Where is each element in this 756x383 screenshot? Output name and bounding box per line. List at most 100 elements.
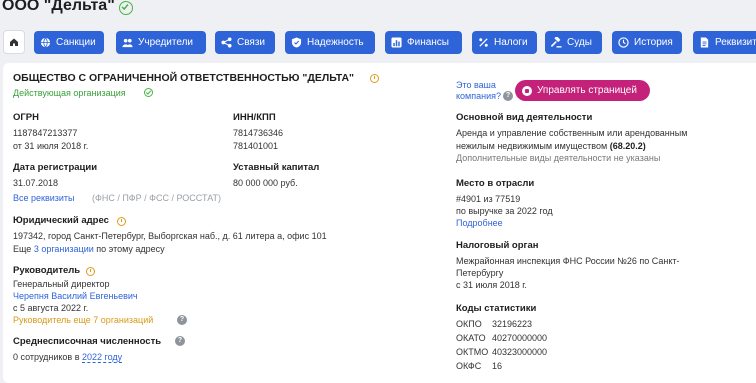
info-icon[interactable] bbox=[370, 74, 379, 83]
tab-label: Связи bbox=[237, 37, 266, 48]
info-icon[interactable] bbox=[117, 217, 126, 226]
verified-check-icon bbox=[119, 1, 133, 15]
rank-value: #4901 из 77519 bbox=[456, 194, 521, 204]
activity-additional: Дополнительные виды деятельности не указ… bbox=[456, 153, 661, 163]
ogrn-value: 1187847213377 bbox=[13, 128, 78, 138]
info-icon[interactable] bbox=[86, 267, 95, 276]
help-icon[interactable]: ? bbox=[177, 315, 187, 325]
address-label: Юридический адрес bbox=[13, 215, 109, 226]
same-address-row: Еще 3 организации по этому адресу bbox=[13, 244, 165, 255]
director-since: с 5 августа 2022 г. bbox=[13, 303, 89, 313]
tab-label: Реквизиты bbox=[715, 37, 756, 48]
help-icon[interactable]: ? bbox=[175, 336, 185, 346]
rank-label: Место в отрасли bbox=[456, 178, 535, 189]
help-icon[interactable]: ? bbox=[503, 91, 513, 101]
tax-authority-line1: Межрайонная инспекция ФНС России №26 по … bbox=[456, 256, 680, 266]
capital-label: Уставный капитал bbox=[233, 162, 320, 173]
tab-connections[interactable]: Связи bbox=[215, 31, 275, 54]
tab-history[interactable]: История bbox=[612, 31, 682, 54]
activity-line2-row: нежилым недвижимым имуществом (68.20.2) bbox=[456, 141, 646, 152]
clock-icon bbox=[618, 37, 629, 48]
director-name-link[interactable]: Черепня Василий Евгеньевич bbox=[13, 291, 138, 302]
tab-sanctions[interactable]: Санкции bbox=[34, 31, 104, 54]
stat-code-value: 16 bbox=[492, 361, 503, 371]
manage-page-button[interactable]: Управлять страницей bbox=[515, 80, 650, 101]
director-label: Руководитель bbox=[13, 265, 81, 276]
chart-icon bbox=[391, 37, 402, 48]
same-address-suffix: по этому адресу bbox=[96, 244, 165, 254]
gavel-icon bbox=[551, 37, 562, 48]
document-icon bbox=[700, 37, 709, 48]
inn-label: ИНН/КПП bbox=[233, 112, 276, 123]
rank-basis: по выручке за 2022 год bbox=[456, 206, 553, 216]
stat-code-value: 40323000000 bbox=[492, 347, 548, 357]
rank-more-link[interactable]: Подробнее bbox=[456, 218, 503, 229]
people-icon bbox=[122, 38, 133, 48]
owner-prompt-line2[interactable]: компания? bbox=[456, 91, 501, 102]
activity-code: (68.20.2) bbox=[609, 141, 646, 151]
page-header: ООО "Дельта" bbox=[0, 0, 756, 24]
all-requisites-link[interactable]: Все реквизиты bbox=[13, 193, 75, 204]
percent-icon bbox=[479, 38, 488, 47]
tax-authority-label: Налоговый орган bbox=[456, 240, 539, 251]
requisites-sources[interactable]: (ФНС / ПФР / ФСС / РОССТАТ) bbox=[92, 193, 221, 204]
stat-code-value: 32196223 bbox=[492, 319, 533, 329]
employees-label: Среднесписочная численность bbox=[13, 336, 162, 347]
stat-code-name: ОКПО bbox=[456, 319, 482, 329]
tab-label: Суды bbox=[567, 37, 592, 48]
same-address-link[interactable]: 3 организации bbox=[34, 244, 94, 254]
capital-value: 80 000 000 руб. bbox=[233, 178, 298, 188]
status-text: Действующая организация bbox=[13, 88, 126, 98]
stat-code-name: ОКФС bbox=[456, 361, 482, 371]
ogrn-label: ОГРН bbox=[13, 112, 39, 123]
tab-label: Учредители bbox=[138, 37, 194, 48]
activity-line1: Аренда и управление собственным или арен… bbox=[456, 128, 688, 138]
company-card bbox=[3, 63, 756, 383]
page-title: ООО "Дельта" bbox=[2, 0, 115, 14]
manage-page-label: Управлять страницей bbox=[537, 85, 637, 96]
globe-icon bbox=[40, 37, 51, 48]
status-check-icon bbox=[144, 88, 153, 97]
director-other-companies-link[interactable]: Руководитель еще 7 организаций bbox=[13, 315, 153, 326]
stat-code-name: ОКТМО bbox=[456, 347, 489, 357]
stat-code-row: ОКПО 32196223 bbox=[456, 319, 532, 330]
registration-value: 31.07.2018 bbox=[13, 178, 59, 188]
inn-value: 7814736346 bbox=[233, 128, 284, 138]
tab-finances[interactable]: Финансы bbox=[385, 31, 462, 54]
stat-code-value: 40270000000 bbox=[492, 333, 548, 343]
stat-code-row: ОКТМО 40323000000 bbox=[456, 347, 547, 358]
same-address-prefix: Еще bbox=[13, 244, 32, 254]
ogrn-date: от 31 июля 2018 г. bbox=[13, 141, 89, 151]
tax-authority-since: с 31 июля 2018 г. bbox=[456, 280, 527, 290]
tab-taxes[interactable]: Налоги bbox=[472, 31, 537, 54]
tab-courts[interactable]: Суды bbox=[545, 31, 602, 54]
home-icon bbox=[10, 38, 18, 46]
tax-authority-line2: Петербургу bbox=[456, 268, 504, 278]
tab-reliability[interactable]: Надежность bbox=[285, 31, 375, 54]
owner-prompt-line1[interactable]: Это ваша bbox=[456, 80, 496, 91]
tab-label: Налоги bbox=[494, 37, 528, 48]
director-position: Генеральный директор bbox=[13, 279, 110, 289]
stat-code-name: ОКАТО bbox=[456, 333, 486, 343]
employees-row: 0 сотрудников в 2022 году bbox=[13, 352, 123, 363]
tab-founders[interactable]: Учредители bbox=[116, 31, 206, 54]
section-tabs: Санкции Учредители Связи Надежность Фина… bbox=[0, 30, 756, 56]
manage-icon bbox=[522, 85, 532, 96]
registration-label: Дата регистрации bbox=[13, 162, 98, 173]
tab-label: Финансы bbox=[407, 37, 449, 48]
shield-icon bbox=[291, 37, 302, 48]
stat-code-row: ОКФС 16 bbox=[456, 361, 502, 372]
links-icon bbox=[221, 37, 232, 48]
employees-year-link[interactable]: 2022 году bbox=[82, 352, 123, 363]
employees-count: 0 сотрудников в bbox=[13, 352, 80, 362]
kpp-value: 781401001 bbox=[233, 141, 279, 151]
home-button[interactable] bbox=[3, 30, 25, 54]
activity-label: Основной вид деятельности bbox=[456, 112, 593, 123]
stat-codes-label: Коды статистики bbox=[456, 303, 537, 314]
tab-label: Санкции bbox=[56, 37, 96, 48]
stat-code-row: ОКАТО 40270000000 bbox=[456, 333, 547, 344]
address-value: 197342, город Санкт-Петербург, Выборгска… bbox=[13, 231, 327, 241]
company-full-name: ОБЩЕСТВО С ОГРАНИЧЕННОЙ ОТВЕТСТВЕННОСТЬЮ… bbox=[13, 72, 355, 84]
tab-requisites[interactable]: Реквизиты bbox=[693, 31, 756, 54]
tab-label: Надежность bbox=[307, 37, 364, 48]
